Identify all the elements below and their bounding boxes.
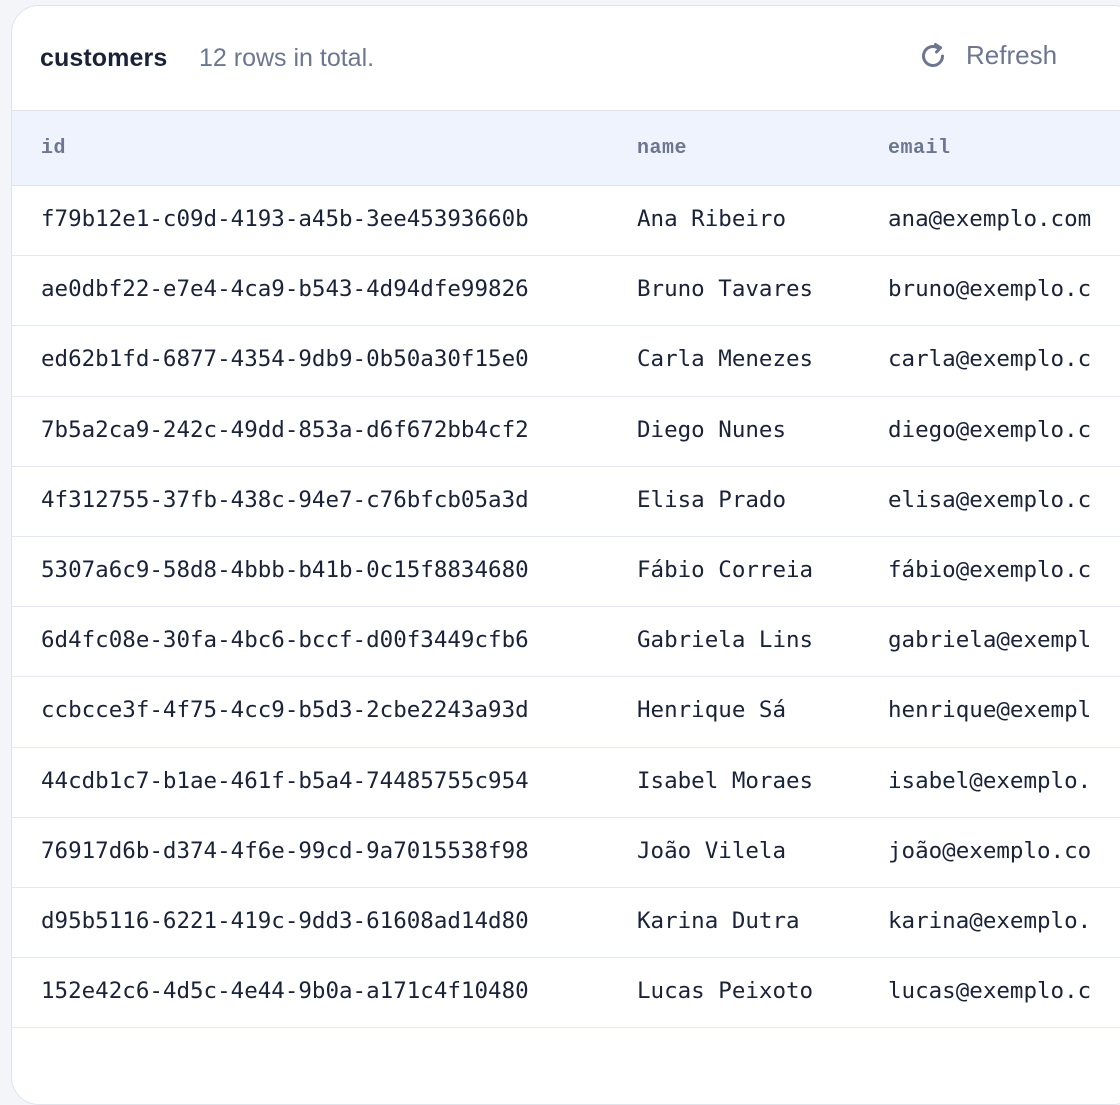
cell-email: henrique@exempl [888, 697, 1092, 724]
column-header-id[interactable]: id [41, 137, 66, 160]
row-count-label: 12 rows in total. [199, 44, 375, 72]
refresh-icon [918, 41, 948, 71]
table-row[interactable]: 6d4fc08e-30fa-4bc6-bccf-d00f3449cfb6 Gab… [12, 607, 1120, 678]
cell-id: f79b12e1-c09d-4193-a45b-3ee45393660b [41, 206, 529, 232]
table-row[interactable]: 7b5a2ca9-242c-49dd-853a-d6f672bb4cf2 Die… [12, 397, 1120, 467]
column-header-email[interactable]: email [888, 137, 951, 160]
cell-email: fábio@exemplo.c [888, 556, 1092, 583]
cell-email: elisa@exemplo.c [888, 486, 1092, 513]
cell-id: 4f312755-37fb-438c-94e7-c76bfcb05a3d [41, 486, 529, 513]
cell-name: Karina Dutra [637, 907, 800, 934]
table-row[interactable]: d95b5116-6221-419c-9dd3-61608ad14d80 Kar… [12, 888, 1120, 959]
table-row[interactable]: ae0dbf22-e7e4-4ca9-b543-4d94dfe99826 Bru… [12, 256, 1120, 327]
table-row[interactable]: 76917d6b-d374-4f6e-99cd-9a7015538f98 Joã… [12, 818, 1120, 888]
cell-email: gabriela@exempl [888, 627, 1092, 654]
cell-name: Fábio Correia [637, 556, 814, 583]
cell-id: 44cdb1c7-b1ae-461f-b5a4-74485755c954 [41, 767, 529, 794]
refresh-button[interactable]: Refresh [918, 40, 1057, 71]
cell-name: Lucas Peixoto [637, 978, 814, 1005]
cell-name: Gabriela Lins [637, 627, 814, 654]
cell-name: Isabel Moraes [637, 767, 814, 794]
table-body: f79b12e1-c09d-4193-a45b-3ee45393660b Ana… [12, 186, 1120, 1029]
table-row[interactable]: 44cdb1c7-b1ae-461f-b5a4-74485755c954 Isa… [12, 748, 1120, 818]
table-title: customers [40, 44, 168, 72]
cell-name: Carla Menezes [637, 346, 814, 373]
cell-email: bruno@exemplo.c [888, 276, 1092, 303]
table-row[interactable]: 152e42c6-4d5c-4e44-9b0a-a171c4f10480 Luc… [12, 958, 1120, 1029]
cell-name: Ana Ribeiro [637, 206, 787, 232]
table-row[interactable]: 5307a6c9-58d8-4bbb-b41b-0c15f8834680 Fáb… [12, 537, 1120, 608]
cell-id: 152e42c6-4d5c-4e44-9b0a-a171c4f10480 [41, 978, 529, 1005]
cell-email: diego@exemplo.c [888, 416, 1092, 443]
table-row[interactable]: ccbcce3f-4f75-4cc9-b5d3-2cbe2243a93d Hen… [12, 677, 1120, 748]
cell-name: João Vilela [637, 837, 787, 864]
cell-id: 76917d6b-d374-4f6e-99cd-9a7015538f98 [41, 837, 529, 864]
cell-id: 7b5a2ca9-242c-49dd-853a-d6f672bb4cf2 [41, 416, 529, 443]
cell-name: Henrique Sá [637, 697, 787, 724]
table-column-headers: id name email [12, 111, 1120, 186]
table-header-bar: customers 12 rows in total. Refresh [12, 6, 1120, 111]
table-row[interactable]: ed62b1fd-6877-4354-9db9-0b50a30f15e0 Car… [12, 326, 1120, 397]
column-header-name[interactable]: name [637, 137, 687, 160]
cell-id: ae0dbf22-e7e4-4ca9-b543-4d94dfe99826 [41, 276, 529, 303]
table-row[interactable]: f79b12e1-c09d-4193-a45b-3ee45393660b Ana… [12, 186, 1120, 257]
refresh-label: Refresh [966, 40, 1058, 70]
cell-name: Bruno Tavares [637, 276, 814, 303]
cell-email: isabel@exemplo. [888, 767, 1092, 794]
cell-id: 6d4fc08e-30fa-4bc6-bccf-d00f3449cfb6 [41, 627, 529, 654]
cell-id: ed62b1fd-6877-4354-9db9-0b50a30f15e0 [41, 346, 529, 373]
cell-id: d95b5116-6221-419c-9dd3-61608ad14d80 [41, 907, 529, 934]
cell-email: joão@exemplo.co [888, 837, 1092, 864]
cell-name: Elisa Prado [637, 486, 787, 513]
table-row[interactable]: 4f312755-37fb-438c-94e7-c76bfcb05a3d Eli… [12, 467, 1120, 537]
cell-email: lucas@exemplo.c [888, 978, 1092, 1005]
cell-id: 5307a6c9-58d8-4bbb-b41b-0c15f8834680 [41, 556, 529, 583]
cell-name: Diego Nunes [637, 416, 787, 443]
cell-email: ana@exemplo.com [888, 206, 1092, 232]
table-panel: customers 12 rows in total. Refresh id n… [11, 5, 1120, 1105]
cell-id: ccbcce3f-4f75-4cc9-b5d3-2cbe2243a93d [41, 697, 529, 724]
cell-email: karina@exemplo. [888, 907, 1092, 934]
cell-email: carla@exemplo.c [888, 346, 1092, 373]
